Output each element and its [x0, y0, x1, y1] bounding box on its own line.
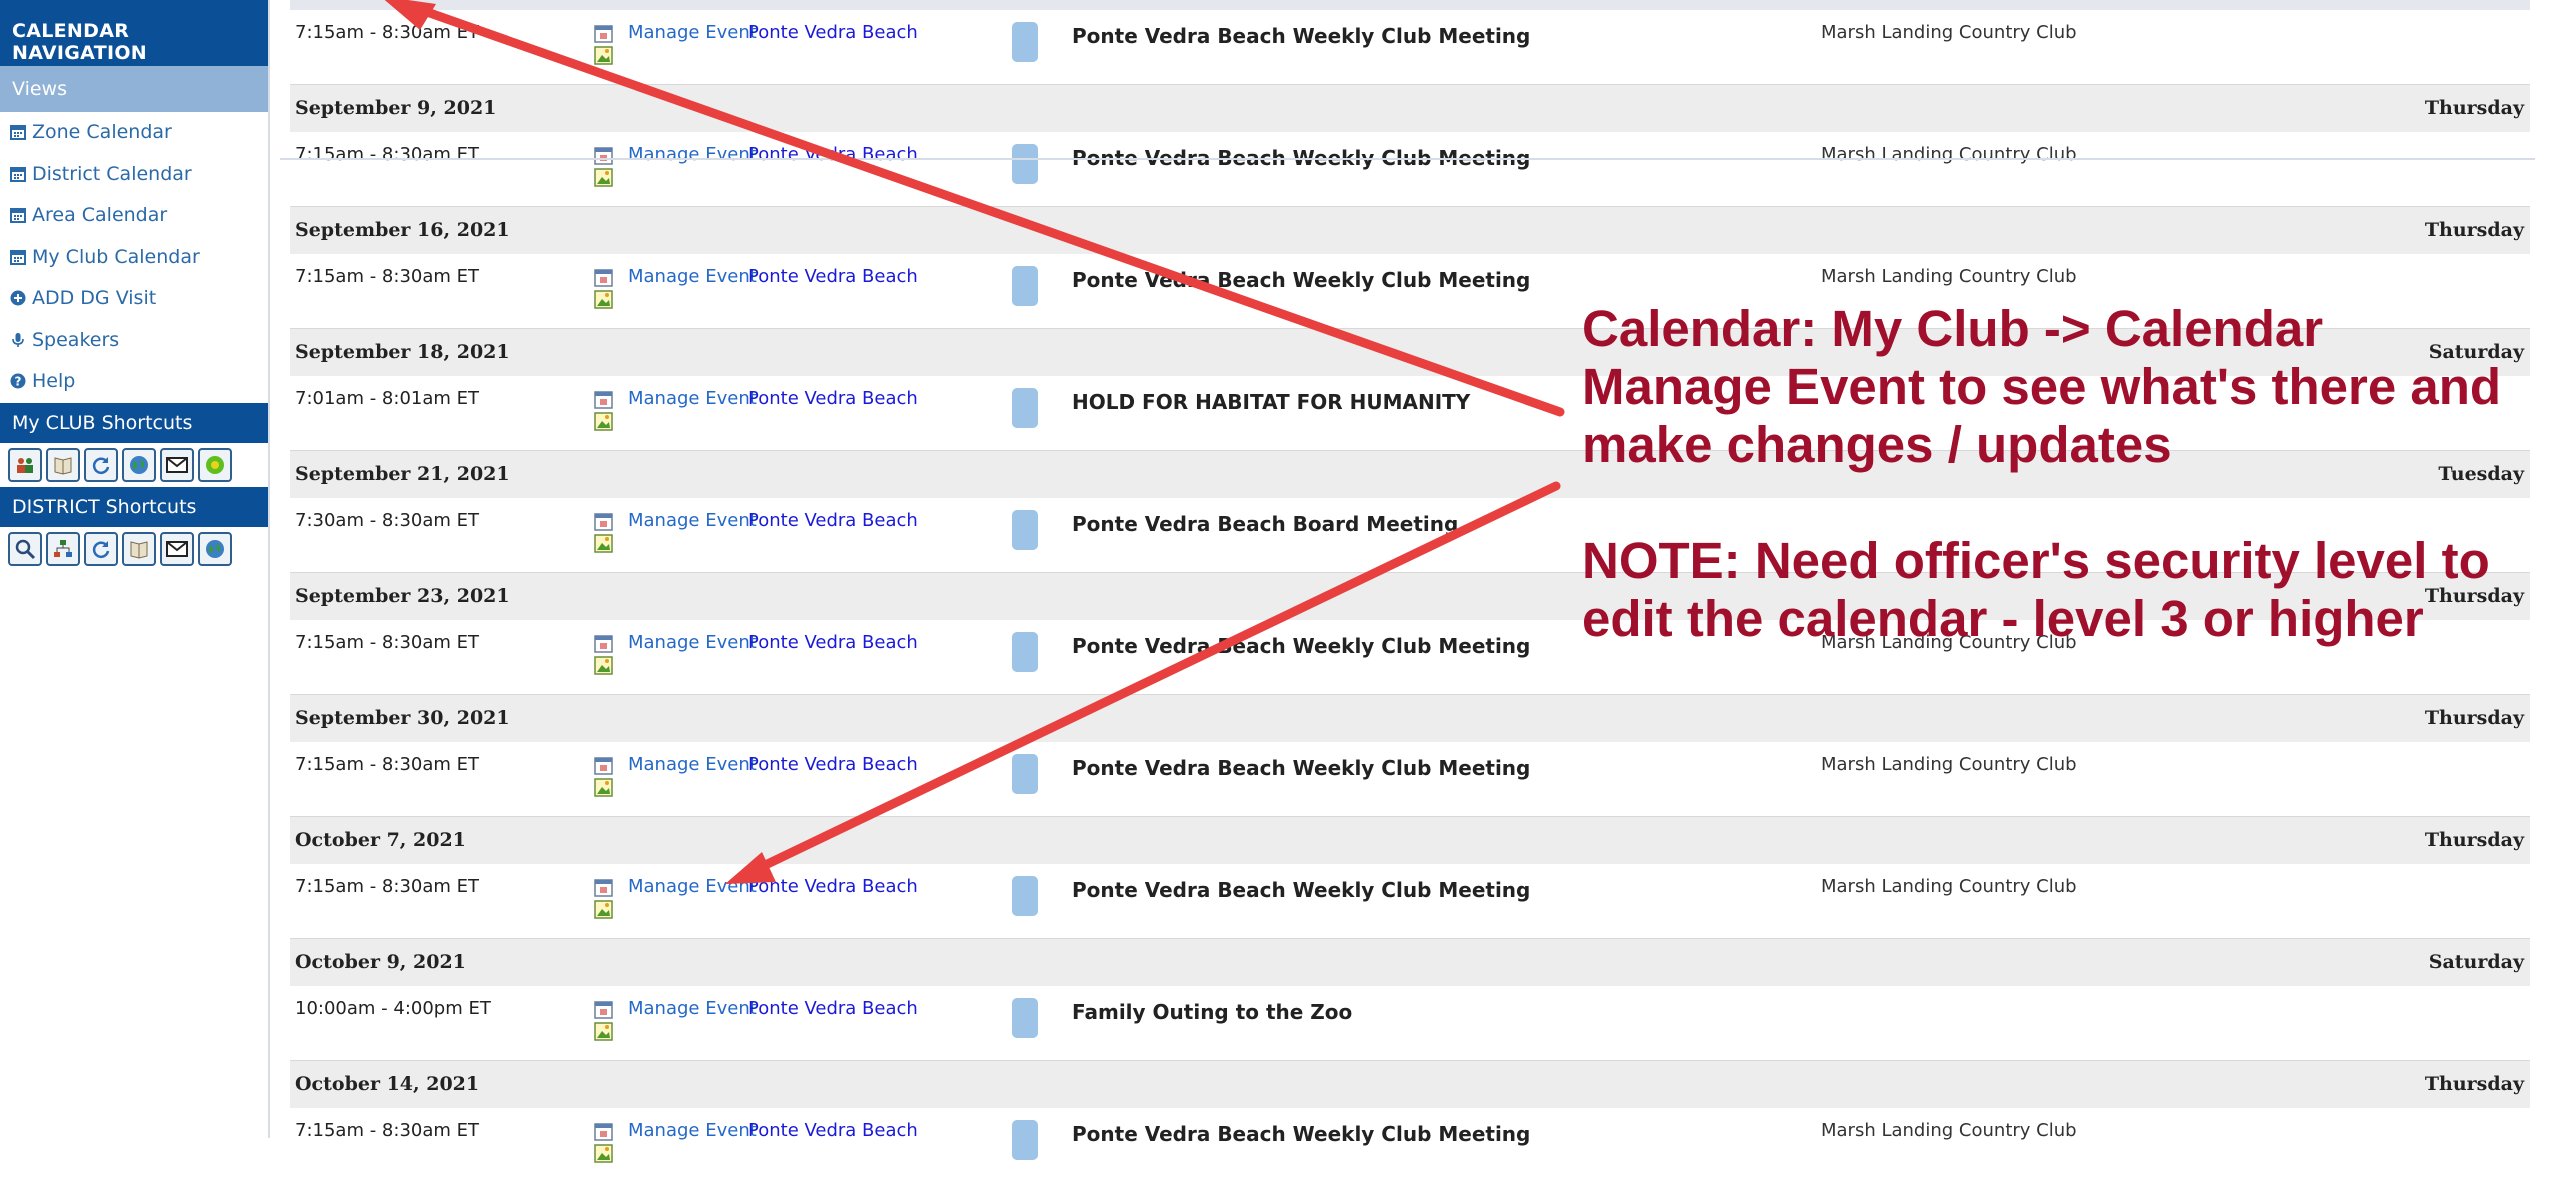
annotation-line: edit the calendar - level 3 or higher: [1582, 590, 2424, 647]
annotation-note: Calendar: My Club -> Calendar Manage Eve…: [1582, 300, 2542, 648]
annotation-line: Calendar: My Club -> Calendar: [1582, 300, 2324, 357]
arrow-to-top-icon: [384, 0, 1565, 417]
annotation-line: NOTE: Need officer's security level to: [1582, 532, 2490, 589]
image-icon[interactable]: [594, 1144, 613, 1163]
annotation-line: make changes / updates: [1582, 416, 2172, 473]
annotation-line: Manage Event to see what's there and: [1582, 358, 2502, 415]
arrow-to-manage-event-icon: [725, 481, 1561, 884]
